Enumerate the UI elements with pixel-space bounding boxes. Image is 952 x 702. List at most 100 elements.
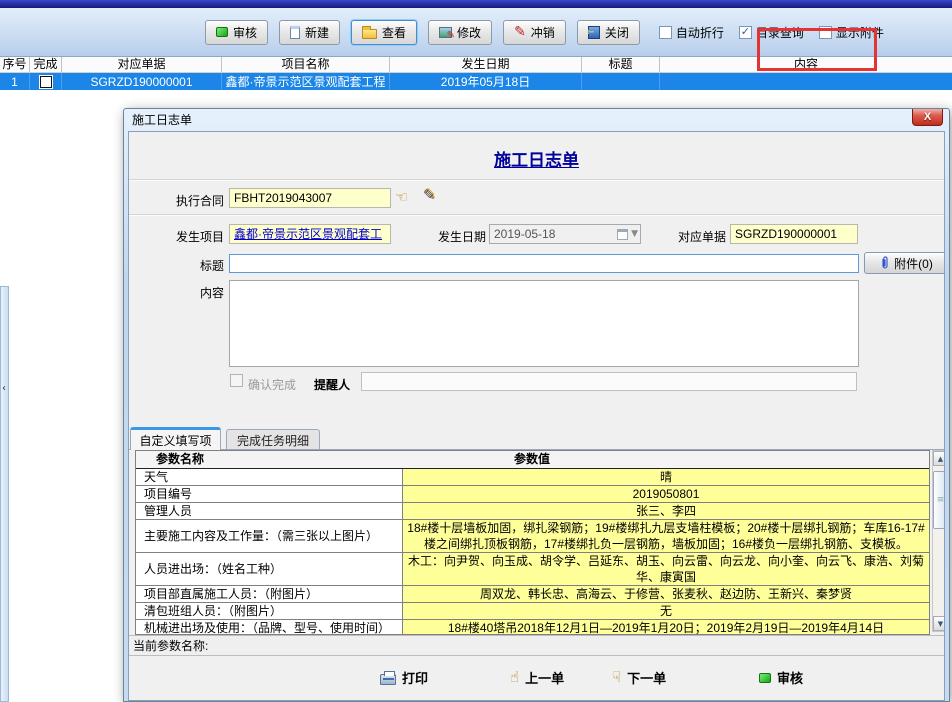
audit-green-icon xyxy=(759,673,771,683)
scrollbar-thumb[interactable]: ≡ xyxy=(933,471,945,529)
tab-task-detail[interactable]: 完成任务明细 xyxy=(226,429,320,450)
paperclip-icon xyxy=(880,256,890,270)
calendar-dropdown[interactable]: ▼ xyxy=(612,227,638,241)
catalog-query-checkbox[interactable]: ✓ xyxy=(739,26,752,39)
modify-button-label: 修改 xyxy=(457,24,481,41)
next-button-label: 下一单 xyxy=(627,668,666,687)
divider xyxy=(129,214,944,216)
param-table-scrollbar[interactable]: ▲ ≡ ▼ xyxy=(932,450,945,632)
approve-button[interactable]: 审核 xyxy=(205,20,268,45)
close-button[interactable]: 关闭 xyxy=(577,20,640,45)
hand-down-icon: ☟ xyxy=(612,670,621,685)
param-value-cell[interactable]: 木工：向尹贺、向玉成、胡令学、吕延东、胡玉、向云雷、向云龙、向小奎、向云飞、康浩… xyxy=(403,553,929,585)
new-button[interactable]: 新建 xyxy=(279,20,340,45)
row-content-cell xyxy=(660,73,952,90)
project-link[interactable]: 鑫都·帝景示范区景观配套工 xyxy=(234,227,382,241)
auto-wrap-option[interactable]: 自动折行 xyxy=(659,24,724,41)
collapse-left-icon[interactable]: ‹ xyxy=(2,383,6,394)
divider xyxy=(129,179,944,181)
attachment-button[interactable]: 附件(0) xyxy=(864,252,945,274)
param-row: 人员进出场：（姓名工种）木工：向尹贺、向玉成、胡令学、吕延东、胡玉、向云雷、向云… xyxy=(136,553,929,586)
contract-label: 执行合同 xyxy=(149,192,224,209)
auto-wrap-checkbox[interactable] xyxy=(659,26,672,39)
col-header-done[interactable]: 完成 xyxy=(30,57,62,72)
param-row: 管理人员张三、李四 xyxy=(136,503,929,520)
project-link-field[interactable]: 鑫都·帝景示范区景观配套工 xyxy=(229,224,391,244)
previous-record-button[interactable]: ☝ 上一单 xyxy=(510,668,564,687)
tab-custom-fields-label: 自定义填写项 xyxy=(139,432,211,449)
param-row: 主要施工内容及工作量：（需三张以上图片）18#楼十层墙板加固，绑扎梁钢筋；19#… xyxy=(136,520,929,553)
date-field[interactable]: 2019-05-18 ▼ xyxy=(489,224,641,244)
writeoff-button-label: 冲销 xyxy=(531,24,555,41)
param-value-cell[interactable]: 无 xyxy=(403,603,929,619)
scroll-down-arrow[interactable]: ▼ xyxy=(933,616,945,631)
tab-task-detail-label: 完成任务明细 xyxy=(237,432,309,449)
modify-button[interactable]: 修改 xyxy=(428,20,492,45)
left-panel-splitter[interactable]: ‹ xyxy=(0,286,9,702)
doc-field[interactable]: SGRZD190000001 xyxy=(730,224,858,244)
param-name-cell: 机械进出场及使用：（品牌、型号、使用时间） xyxy=(136,620,403,635)
audit-button[interactable]: 审核 xyxy=(759,668,803,687)
param-value-cell[interactable]: 2019050801 xyxy=(403,486,929,502)
edit-pen-icon[interactable]: ✎ xyxy=(423,186,436,204)
row-title-cell xyxy=(582,73,660,90)
print-icon xyxy=(380,674,396,685)
table-row[interactable]: 1 SGRZD190000001 鑫都·帝景示范区景观配套工程 2019年05月… xyxy=(0,73,952,90)
next-record-button[interactable]: ☟ 下一单 xyxy=(612,668,666,687)
confirm-done-checkbox[interactable] xyxy=(230,374,243,387)
door-exit-icon xyxy=(588,26,600,39)
row-doc-cell: SGRZD190000001 xyxy=(62,73,222,90)
col-header-title[interactable]: 标题 xyxy=(582,57,660,72)
writeoff-button[interactable]: ✎ 冲销 xyxy=(503,20,566,45)
print-button[interactable]: 打印 xyxy=(380,668,428,687)
annotation-highlight-box xyxy=(757,28,877,71)
param-value-cell[interactable]: 18#楼十层墙板加固，绑扎梁钢筋；19#楼绑扎九层支墙柱模板；20#楼十层绑扎钢… xyxy=(403,520,929,552)
approve-button-label: 审核 xyxy=(233,24,257,41)
calendar-icon xyxy=(617,229,628,240)
param-value-header: 参数值 xyxy=(403,451,550,468)
folder-icon xyxy=(362,29,377,39)
print-button-label: 打印 xyxy=(402,668,428,687)
param-name-cell: 人员进出场：（姓名工种） xyxy=(136,553,403,585)
title-label: 标题 xyxy=(169,257,224,274)
param-value-cell[interactable]: 晴 xyxy=(403,469,929,485)
dialog-titlebar[interactable]: 施工日志单 xyxy=(124,109,949,130)
reminder-label: 提醒人 xyxy=(314,376,359,393)
writeoff-pen-icon: ✎ xyxy=(514,25,526,39)
tab-custom-fields[interactable]: 自定义填写项 xyxy=(130,427,221,450)
hand-up-icon: ☝ xyxy=(510,670,519,685)
scroll-up-arrow[interactable]: ▲ xyxy=(933,451,945,466)
param-value-cell[interactable]: 周双龙、韩长忠、高海云、于修营、张麦秋、赵边防、王新兴、秦梦贤 xyxy=(403,586,929,602)
row-done-cell xyxy=(30,73,62,90)
param-row: 项目编号2019050801 xyxy=(136,486,929,503)
audit-button-label: 审核 xyxy=(777,668,803,687)
auto-wrap-label: 自动折行 xyxy=(676,24,724,41)
dialog-title: 施工日志单 xyxy=(132,111,192,128)
param-value-cell[interactable]: 18#楼40塔吊2018年12月1日—2019年1月20日；2019年2月19日… xyxy=(403,620,929,635)
title-input[interactable] xyxy=(229,254,859,273)
row-done-checkbox[interactable] xyxy=(40,76,52,88)
col-header-date[interactable]: 发生日期 xyxy=(390,57,582,72)
new-document-icon xyxy=(290,26,300,39)
form-heading: 施工日志单 xyxy=(129,146,944,171)
contract-field[interactable]: FBHT2019043007 xyxy=(229,188,391,208)
status-bar: 当前参数名称: xyxy=(129,635,944,656)
reminder-input[interactable] xyxy=(361,372,857,391)
row-date-cell: 2019年05月18日 xyxy=(390,73,582,90)
dialog-close-button[interactable]: X xyxy=(912,109,943,126)
dropdown-arrow-icon: ▼ xyxy=(631,225,638,243)
param-value-cell[interactable]: 张三、李四 xyxy=(403,503,929,519)
col-header-doc[interactable]: 对应单据 xyxy=(62,57,222,72)
dialog-footer: 打印 ☝ 上一单 ☟ 下一单 审核 xyxy=(129,657,944,701)
view-button[interactable]: 查看 xyxy=(351,20,417,45)
param-name-cell: 项目编号 xyxy=(136,486,403,502)
previous-button-label: 上一单 xyxy=(525,668,564,687)
select-hand-icon[interactable]: ☜ xyxy=(395,188,408,206)
confirm-done-label: 确认完成 xyxy=(248,376,308,393)
col-header-seq[interactable]: 序号 xyxy=(0,57,30,72)
content-textarea[interactable] xyxy=(229,280,859,367)
param-name-cell: 管理人员 xyxy=(136,503,403,519)
app-window: 审核 新建 查看 修改 ✎ 冲销 关闭 自动折行 ✓ xyxy=(0,0,952,702)
col-header-project[interactable]: 项目名称 xyxy=(222,57,390,72)
param-name-cell: 清包班组人员：（附图片） xyxy=(136,603,403,619)
